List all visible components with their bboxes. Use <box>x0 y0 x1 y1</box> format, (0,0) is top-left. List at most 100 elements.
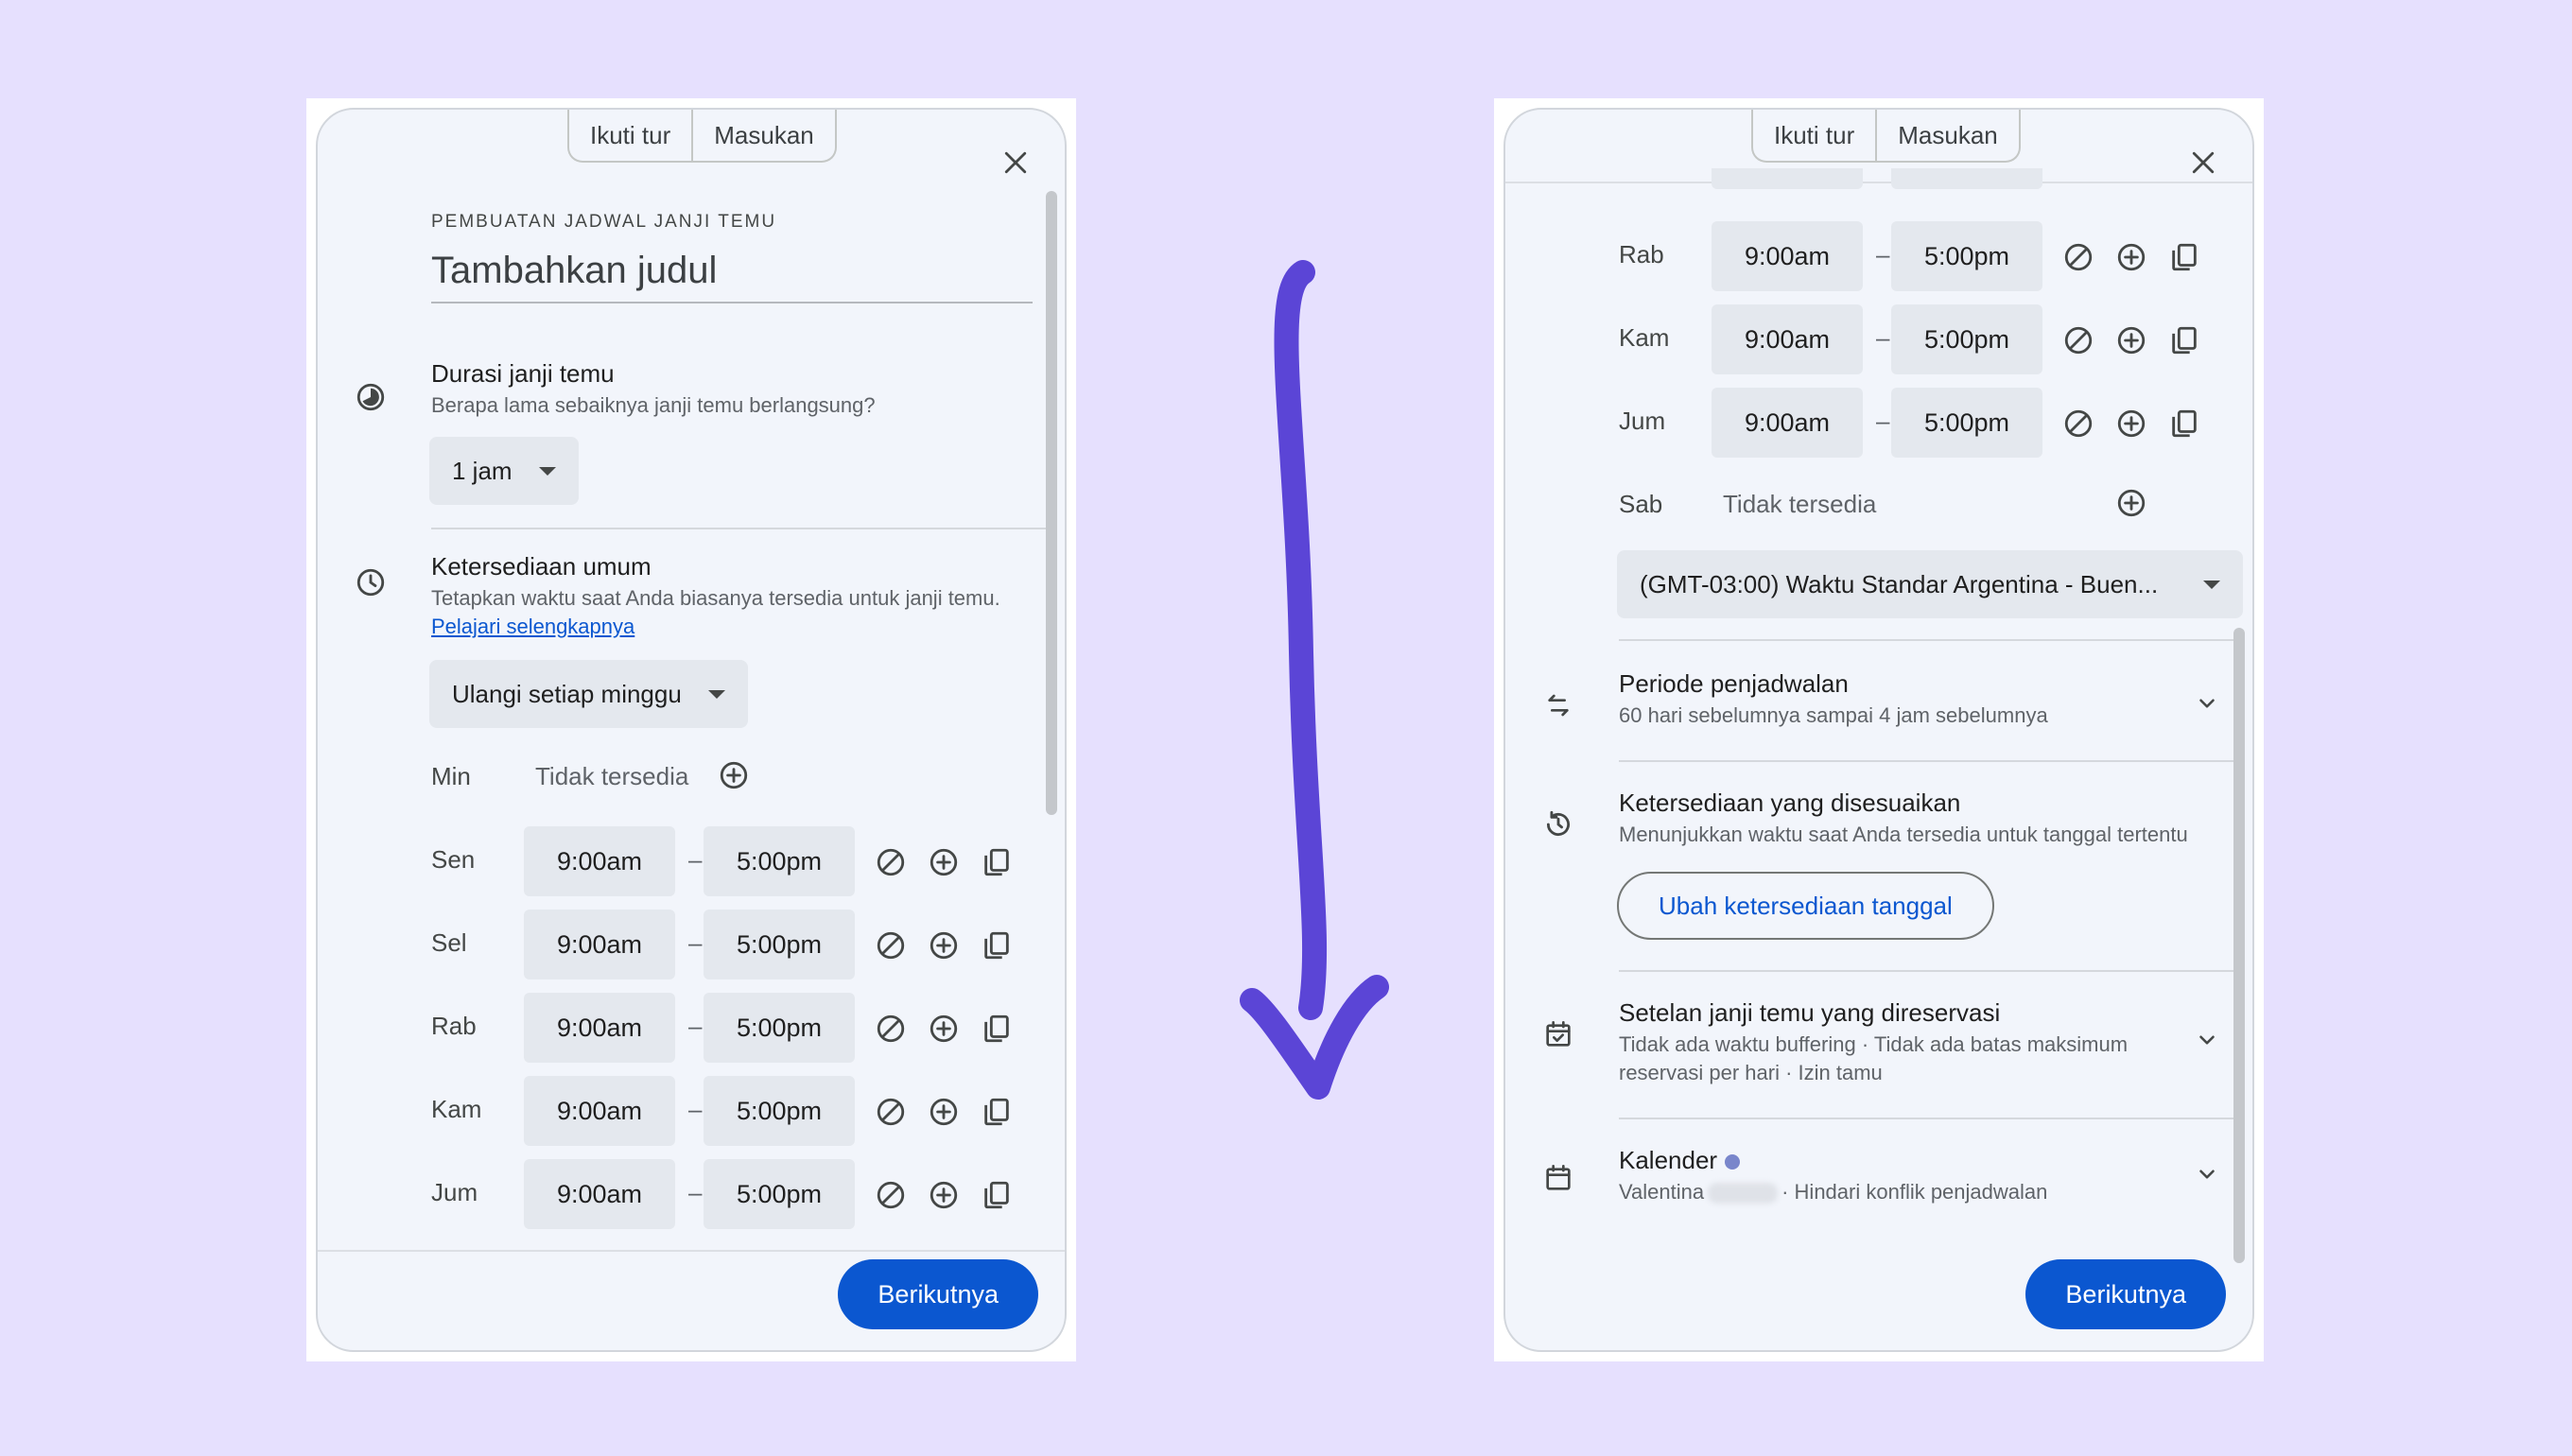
add-time-button[interactable] <box>715 756 753 794</box>
copy-times-button[interactable] <box>978 843 1016 881</box>
add-time-button[interactable] <box>925 1093 963 1131</box>
dropdown-arrow-icon <box>538 466 556 476</box>
end-time-field[interactable]: 5:00pm <box>704 993 855 1063</box>
duration-subtitle: Berapa lama sebaiknya janji temu berlang… <box>431 393 876 417</box>
block-icon <box>877 848 905 876</box>
history-icon <box>1539 806 1577 843</box>
add-time-button[interactable] <box>2112 405 2150 442</box>
duration-select[interactable]: 1 jam <box>429 437 579 505</box>
unavailable-text: Tidak tersedia <box>1723 490 1877 518</box>
end-time-field[interactable]: 5:00pm <box>704 1159 855 1229</box>
header-divider <box>1505 182 2252 183</box>
tab-take-tour[interactable]: Ikuti tur <box>569 110 691 161</box>
start-time-field[interactable]: 9:00am <box>1712 388 1863 458</box>
calendar-subtitle: Valentina · Hindari konflik penjadwalan <box>1619 1180 2047 1205</box>
add-time-button[interactable] <box>2112 321 2150 359</box>
expand-button[interactable] <box>2188 685 2226 722</box>
next-button[interactable]: Berikutnya <box>2025 1259 2226 1329</box>
start-time-field[interactable]: 9:00am <box>1712 304 1863 374</box>
tab-feedback[interactable]: Masukan <box>691 110 835 161</box>
add-time-button[interactable] <box>925 1010 963 1048</box>
day-label: Kam <box>1619 323 1670 352</box>
add-circle-icon <box>930 1014 958 1043</box>
add-circle-icon <box>930 1098 958 1126</box>
start-time-field[interactable]: 9:00am <box>524 1159 675 1229</box>
next-button[interactable]: Berikutnya <box>838 1259 1038 1329</box>
copy-times-button[interactable] <box>978 1010 1016 1048</box>
mark-unavailable-button[interactable] <box>872 1093 910 1131</box>
scroll-down-arrow-icon <box>1240 260 1389 1100</box>
copy-icon <box>984 1181 1009 1209</box>
add-time-button[interactable] <box>2112 484 2150 522</box>
screenshot-after: Ikuti tur Masukan Rab 9:00am – 5:00pm Ka… <box>1494 98 2264 1361</box>
add-time-button[interactable] <box>925 1176 963 1214</box>
calendar-title: Kalender <box>1619 1146 1741 1175</box>
add-time-button[interactable] <box>925 843 963 881</box>
end-time-field[interactable]: 5:00pm <box>1891 221 2042 291</box>
calendar-title-text: Kalender <box>1619 1146 1718 1174</box>
dropdown-arrow-icon <box>2203 580 2220 589</box>
help-tabs: Ikuti tur Masukan <box>1751 110 2021 163</box>
tab-take-tour[interactable]: Ikuti tur <box>1753 110 1875 161</box>
close-button[interactable] <box>2181 140 2226 185</box>
start-time-field[interactable]: 9:00am <box>524 1076 675 1146</box>
mark-unavailable-button[interactable] <box>872 1010 910 1048</box>
block-icon <box>877 1181 905 1209</box>
swap-arrows-icon <box>1539 686 1577 724</box>
start-time-field[interactable]: 9:00am <box>524 826 675 896</box>
tab-feedback[interactable]: Masukan <box>1875 110 2019 161</box>
time-separator: – <box>1876 240 1890 269</box>
title-input[interactable]: Tambahkan judul <box>431 250 1033 303</box>
time-separator: – <box>688 928 703 957</box>
close-icon <box>2192 151 2215 174</box>
blurred-name <box>1708 1183 1779 1205</box>
close-button[interactable] <box>993 140 1038 185</box>
calendar-owner-name: Valentina <box>1619 1180 1705 1204</box>
add-circle-icon <box>2117 243 2146 271</box>
mark-unavailable-button[interactable] <box>872 843 910 881</box>
add-time-button[interactable] <box>925 927 963 964</box>
copy-times-button[interactable] <box>978 927 1016 964</box>
copy-times-button[interactable] <box>2165 321 2203 359</box>
end-time-field-partial[interactable] <box>1891 168 2042 189</box>
custom-availability-subtitle: Menunjukkan waktu saat Anda tersedia unt… <box>1619 823 2188 846</box>
change-date-availability-button[interactable]: Ubah ketersediaan tanggal <box>1617 872 1994 940</box>
copy-icon <box>984 848 1009 876</box>
end-time-field[interactable]: 5:00pm <box>704 910 855 979</box>
scrollbar[interactable] <box>2233 628 2245 1263</box>
learn-more-link[interactable]: Pelajari selengkapnya <box>431 615 634 639</box>
mark-unavailable-button[interactable] <box>2059 321 2097 359</box>
repeat-select[interactable]: Ulangi setiap minggu <box>429 660 748 728</box>
copy-icon <box>984 931 1009 960</box>
scheduling-window-title: Periode penjadwalan <box>1619 669 1849 698</box>
start-time-field[interactable]: 9:00am <box>1712 221 1863 291</box>
mark-unavailable-button[interactable] <box>872 927 910 964</box>
mark-unavailable-button[interactable] <box>2059 238 2097 276</box>
mark-unavailable-button[interactable] <box>872 1176 910 1214</box>
start-time-field[interactable]: 9:00am <box>524 910 675 979</box>
start-time-field[interactable]: 9:00am <box>524 993 675 1063</box>
block-icon <box>2064 243 2093 271</box>
block-icon <box>2064 326 2093 355</box>
end-time-field[interactable]: 5:00pm <box>704 1076 855 1146</box>
availability-subtitle: Tetapkan waktu saat Anda biasanya tersed… <box>431 586 1000 610</box>
expand-button[interactable] <box>2188 1021 2226 1059</box>
section-divider <box>1619 639 2239 641</box>
copy-times-button[interactable] <box>2165 238 2203 276</box>
time-separator: – <box>1876 407 1890 435</box>
scheduling-window-subtitle: 60 hari sebelumnya sampai 4 jam sebelumn… <box>1619 703 2048 727</box>
copy-times-button[interactable] <box>978 1176 1016 1214</box>
start-time-field-partial[interactable] <box>1712 168 1863 189</box>
booked-settings-subtitle: Tidak ada waktu buffering · Tidak ada ba… <box>1619 1032 2129 1056</box>
copy-times-button[interactable] <box>2165 405 2203 442</box>
timezone-select[interactable]: (GMT-03:00) Waktu Standar Argentina - Bu… <box>1617 550 2243 618</box>
end-time-field[interactable]: 5:00pm <box>1891 388 2042 458</box>
scrollbar[interactable] <box>1046 191 1057 815</box>
expand-button[interactable] <box>2188 1155 2226 1193</box>
end-time-field[interactable]: 5:00pm <box>1891 304 2042 374</box>
mark-unavailable-button[interactable] <box>2059 405 2097 442</box>
add-time-button[interactable] <box>2112 238 2150 276</box>
end-time-field[interactable]: 5:00pm <box>704 826 855 896</box>
day-label: Rab <box>431 1012 477 1040</box>
copy-times-button[interactable] <box>978 1093 1016 1131</box>
